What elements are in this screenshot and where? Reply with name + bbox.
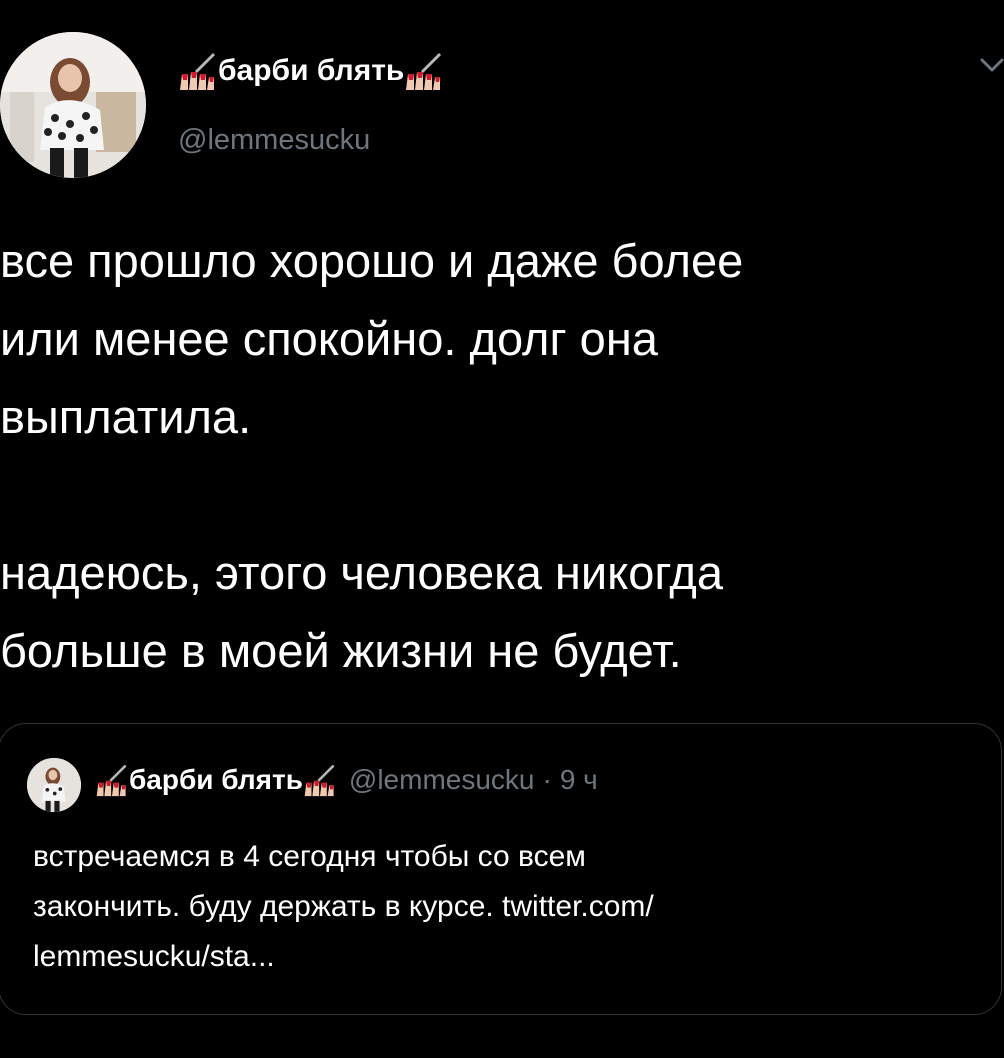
author-avatar[interactable] <box>0 32 146 178</box>
quoted-tweet-header: барби блять @lemmesucku · 9 ч <box>95 762 598 798</box>
quoted-author-avatar <box>27 758 81 812</box>
nail-polish-icon <box>180 52 216 90</box>
quoted-tweet-card[interactable]: барби блять @lemmesucku · 9 ч встречаемс… <box>0 723 1002 1015</box>
nail-polish-icon <box>406 52 442 90</box>
author-display-name[interactable]: барби блять <box>178 50 444 92</box>
quoted-author-name: барби блять <box>129 764 303 795</box>
nail-polish-icon <box>304 764 335 797</box>
quoted-author-handle: @lemmesucku <box>348 764 535 795</box>
quoted-tweet-text: встречаемся в 4 сегодня чтобы со всем за… <box>33 840 654 973</box>
avatar-photo <box>0 32 146 178</box>
tweet-text: все прошло хорошо и даже более или менее… <box>0 234 744 677</box>
author-name-text: барби блять <box>218 54 405 87</box>
separator-dot: · <box>542 764 552 795</box>
quoted-tweet-time: 9 ч <box>559 764 598 795</box>
avatar-photo <box>27 758 81 812</box>
nail-polish-icon <box>96 764 127 797</box>
chevron-down-icon[interactable] <box>978 56 1004 76</box>
author-handle[interactable]: @lemmesucku <box>178 124 370 157</box>
